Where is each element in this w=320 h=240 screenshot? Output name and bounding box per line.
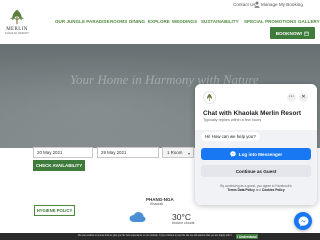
logo-subline: KHAOLAK RESORT <box>5 32 29 35</box>
chat-reply-time: Typically replies within a few hours <box>203 118 262 122</box>
cookie-consent-bar: We use cookies to ensure that we give yo… <box>0 233 320 240</box>
cookies-policy-link[interactable]: Cookies Policy <box>262 188 285 192</box>
book-now-label: BOOKNOW! <box>275 30 303 36</box>
nav-item-rooms[interactable]: ROOMS <box>110 19 127 24</box>
ellipsis-icon[interactable]: ··· <box>287 93 296 102</box>
book-now-button[interactable]: BOOKNOW! <box>270 27 315 39</box>
messenger-button-label: Log into Messenger <box>238 151 283 157</box>
continue-as-guest-button[interactable]: Continue as Guest <box>201 165 311 177</box>
chat-header: ··· ✕ Chat with Khaolak Merlin Resort Ty… <box>195 84 317 130</box>
cookie-accept-button[interactable]: I Understand <box>236 234 258 239</box>
rooms-select[interactable]: 1 Room ▾ <box>162 147 194 158</box>
cloud-icon <box>129 212 146 222</box>
chevron-down-icon: ▾ <box>187 151 190 156</box>
nav-item-weddings[interactable]: WEDDINGS <box>172 19 197 24</box>
main-nav: OUR JUNGLE PARADISE ROOMS DINING EXPLORE… <box>55 19 320 25</box>
check-availability-button[interactable]: CHECK AVAILABILITY <box>33 160 85 171</box>
log-into-messenger-button[interactable]: Log into Messenger <box>201 148 311 160</box>
messenger-chat-popup: ··· ✕ Chat with Khaolak Merlin Resort Ty… <box>195 84 317 205</box>
resort-logo[interactable]: MERLIN KHAOLAK RESORT <box>4 8 30 42</box>
contact-us-link[interactable]: Contact Us <box>233 2 256 7</box>
checkout-date-value: 29 May 2021 <box>101 150 127 155</box>
checkin-date-value: 20 May 2021 <box>37 150 63 155</box>
weather-region: Khaolak <box>150 202 163 206</box>
nav-item-sustainability[interactable]: SUSTAINABILITY <box>201 19 239 24</box>
messenger-icon <box>230 151 236 157</box>
nav-item-gallery[interactable]: GALLERY <box>298 19 320 24</box>
chat-body: Hi! How can we help you? Log into Messen… <box>195 130 317 205</box>
chat-legal-text: By continuing as a guest, you agree to F… <box>201 184 311 193</box>
messenger-icon <box>298 216 308 226</box>
rooms-select-value: 1 Room <box>167 150 183 155</box>
terms-link[interactable]: Terms <box>227 188 236 192</box>
checkin-date-input[interactable]: 20 May 2021 <box>33 147 93 158</box>
nav-item-dining[interactable]: DINING <box>129 19 145 24</box>
hygiene-policy-button[interactable]: HYGIENE POLICY <box>34 205 75 216</box>
data-policy-link[interactable]: Data Policy <box>238 188 255 192</box>
chat-title: Chat with Khaolak Merlin Resort <box>203 110 302 117</box>
nav-item-explore[interactable]: EXPLORE <box>148 19 170 24</box>
logo-emblem-icon <box>207 93 212 102</box>
top-utility-bar: Contact Us Manage My Booking <box>0 0 320 10</box>
chat-legal-and: and <box>255 188 262 193</box>
nav-item-special-promotions[interactable]: SPECIAL PROMOTIONS <box>244 19 296 24</box>
weather-description: broken clouds <box>172 221 195 225</box>
nav-item-jungle-paradise[interactable]: OUR JUNGLE PARADISE <box>55 19 110 24</box>
close-icon[interactable]: ✕ <box>299 93 308 102</box>
checkout-date-input[interactable]: 29 May 2021 <box>97 147 159 158</box>
user-icon <box>254 1 260 8</box>
manage-booking-link[interactable]: Manage My Booking <box>261 2 303 7</box>
chat-greeting-bubble: Hi! How can we help you? <box>201 132 260 141</box>
messenger-fab[interactable] <box>294 212 312 230</box>
logo-emblem-icon <box>10 9 24 25</box>
chat-legal-line: By continuing as a guest, you agree to F… <box>220 184 292 188</box>
cookie-text: We use cookies to ensure that we give yo… <box>78 234 233 237</box>
calendar-icon <box>304 31 310 36</box>
chat-avatar <box>203 91 216 104</box>
